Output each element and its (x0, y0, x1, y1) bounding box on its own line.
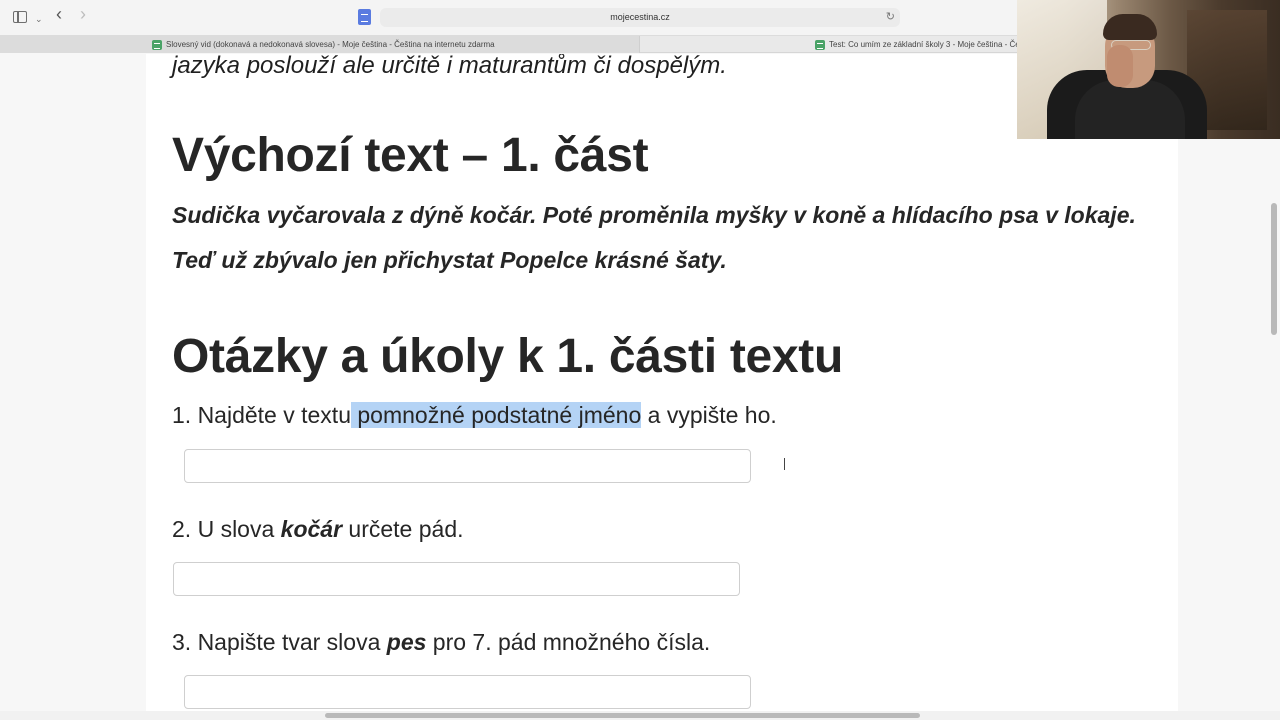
favicon-icon (815, 39, 825, 50)
page-settings-icon[interactable] (358, 9, 371, 25)
lead-text: jazyka poslouží ale určitě i maturantům … (172, 54, 727, 79)
text-selection: pomnožné podstatné jméno (351, 402, 642, 428)
tab-title: Test: Co umím ze základní školy 3 - Moje… (829, 40, 1020, 49)
answer-input-2[interactable] (173, 562, 740, 596)
heading-questions: Otázky a úkoly k 1. části textu (172, 330, 843, 383)
source-text-line: Sudička vyčarovala z dýně kočár. Poté pr… (172, 202, 1136, 228)
tab-test[interactable]: Test: Co umím ze základní školy 3 - Moje… (640, 36, 1020, 53)
chevron-right-icon[interactable]: › (80, 5, 86, 23)
text-cursor-icon (784, 458, 786, 470)
tab-title: Slovesný vid (dokonavá a nedokonavá slov… (166, 40, 495, 49)
address-bar[interactable]: mojecestina.cz ↻ (380, 8, 900, 27)
chevron-left-icon[interactable]: ‹ (56, 5, 62, 23)
page-viewport: jazyka poslouží ale určitě i maturantům … (0, 54, 1280, 712)
chevron-down-icon[interactable]: ⌄ (35, 11, 43, 27)
tab-slovesny-vid[interactable]: Slovesný vid (dokonavá a nedokonavá slov… (0, 36, 640, 53)
question-2: 2. U slova kočár určete pád. (172, 516, 464, 542)
question-1: 1. Najděte v textu pomnožné podstatné jm… (172, 402, 777, 428)
vertical-scrollbar[interactable] (1271, 203, 1277, 335)
horizontal-scrollbar[interactable] (325, 713, 920, 718)
reload-icon[interactable]: ↻ (886, 10, 895, 23)
favicon-icon (152, 39, 162, 50)
heading-source-text: Výchozí text – 1. část (172, 129, 649, 182)
address-url: mojecestina.cz (610, 12, 670, 22)
sidebar-icon[interactable] (13, 11, 27, 23)
article: jazyka poslouží ale určitě i maturantům … (146, 54, 1178, 712)
source-text-line: Teď už zbývalo jen přichystat Popelce kr… (172, 247, 727, 273)
answer-input-1[interactable] (184, 449, 751, 483)
answer-input-3[interactable] (184, 675, 751, 709)
question-3: 3. Napište tvar slova pes pro 7. pád mno… (172, 629, 711, 655)
webcam-overlay (1017, 0, 1280, 139)
